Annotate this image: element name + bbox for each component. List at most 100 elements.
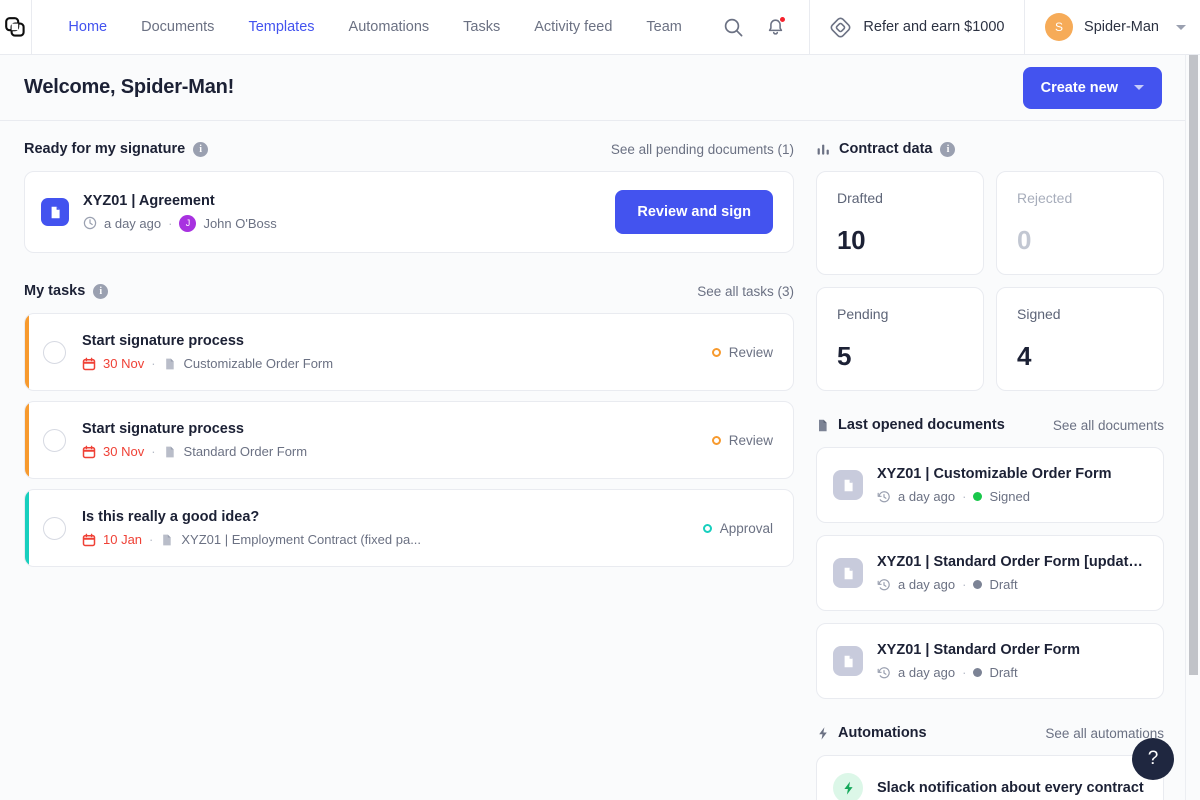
automations-header: Automations See all automations: [816, 721, 1164, 745]
welcome-bar: Welcome, Spider-Man! Create new: [0, 55, 1200, 121]
document-icon: [165, 446, 174, 457]
history-icon: [877, 578, 890, 590]
task-complete-checkbox[interactable]: [43, 428, 66, 452]
overlapping-squares-logo-icon: [5, 17, 26, 37]
document-icon: [819, 419, 827, 431]
nav-link-templates[interactable]: Templates: [231, 0, 331, 55]
nav-link-tasks[interactable]: Tasks: [446, 0, 517, 55]
signature-section-title: Ready for my signature: [24, 141, 186, 157]
see-all-pending-documents-link[interactable]: See all pending documents (1): [611, 142, 794, 157]
chevron-down-icon: [1134, 85, 1144, 90]
stat-card-drafted[interactable]: Drafted 10: [816, 171, 984, 275]
see-all-documents-link[interactable]: See all documents: [1053, 418, 1164, 433]
document-icon: [41, 198, 69, 226]
refer-label: Refer and earn $1000: [863, 19, 1005, 35]
user-avatar: S: [1045, 13, 1074, 41]
info-icon[interactable]: i: [193, 141, 209, 157]
separator: ·: [151, 444, 156, 459]
nav-link-automations[interactable]: Automations: [332, 0, 447, 55]
task-due-date: 30 Nov: [103, 356, 145, 371]
nav-link-activity-feed[interactable]: Activity feed: [517, 0, 629, 55]
document-status: Draft: [989, 577, 1018, 592]
task-document-name: XYZ01 | Employment Contract (fixed pa...: [181, 532, 422, 547]
app-logo[interactable]: [0, 16, 31, 38]
calendar-icon: [82, 445, 96, 458]
task-row[interactable]: Start signature process 30 Nov ·: [24, 313, 794, 391]
task-status-badge: Approval: [702, 520, 773, 536]
contract-data-header: Contract data i: [816, 137, 1164, 161]
history-icon: [877, 666, 890, 678]
document-icon: [833, 470, 863, 500]
stat-value: 5: [837, 341, 852, 371]
stat-label: Rejected: [1017, 190, 1073, 206]
document-name: XYZ01 | Customizable Order Form: [877, 466, 1112, 482]
status-dot-icon: [973, 668, 983, 677]
task-status-label: Approval: [719, 520, 773, 536]
signature-section-header: Ready for my signature i See all pending…: [24, 137, 794, 161]
nav-link-team[interactable]: Team: [629, 0, 698, 55]
contract-data-title-group: Contract data i: [816, 141, 956, 157]
create-new-button[interactable]: Create new: [1022, 66, 1162, 109]
app-root: Home Documents Templates Automations Tas…: [0, 0, 1200, 800]
document-name: XYZ01 | Standard Order Form: [877, 642, 1081, 658]
tag-icon: [830, 17, 851, 37]
user-menu[interactable]: S Spider-Man: [1025, 13, 1200, 41]
user-name: Spider-Man: [1084, 19, 1159, 35]
task-status-label: Review: [728, 432, 773, 448]
signature-document-name: XYZ01 | Agreement: [83, 192, 215, 209]
notifications-button[interactable]: [759, 10, 793, 44]
last-opened-title-group: Last opened documents: [816, 417, 1005, 433]
task-texts: Start signature process 30 Nov ·: [82, 333, 333, 371]
last-opened-title: Last opened documents: [838, 417, 1005, 433]
automation-row[interactable]: Slack notification about every contract: [816, 755, 1164, 800]
document-row[interactable]: XYZ01 | Standard Order Form [updated] a …: [816, 535, 1164, 611]
search-button[interactable]: [717, 10, 751, 44]
document-row[interactable]: XYZ01 | Customizable Order Form a day ag…: [816, 447, 1164, 523]
tasks-section-title: My tasks: [24, 283, 86, 299]
notification-unread-dot: [778, 16, 786, 23]
stat-card-rejected[interactable]: Rejected 0: [996, 171, 1164, 275]
task-due-date: 30 Nov: [103, 444, 145, 459]
automations-title: Automations: [838, 725, 927, 741]
nav-link-documents[interactable]: Documents: [124, 0, 231, 55]
signature-time: a day ago: [104, 215, 162, 231]
main-content: Ready for my signature i See all pending…: [0, 121, 1200, 800]
task-title: Start signature process: [82, 333, 244, 349]
task-document-name: Standard Order Form: [183, 444, 308, 459]
see-all-tasks-link[interactable]: See all tasks (3): [697, 284, 794, 299]
task-title: Is this really a good idea?: [82, 509, 260, 525]
task-complete-checkbox[interactable]: [43, 340, 66, 364]
nav-link-home[interactable]: Home: [51, 0, 124, 55]
scrollbar-thumb[interactable]: [1189, 55, 1198, 675]
calendar-icon: [82, 533, 96, 546]
pending-signature-card[interactable]: XYZ01 | Agreement a day ago · J John O'B…: [24, 171, 794, 253]
calendar-icon: [82, 357, 96, 370]
task-texts: Is this really a good idea? 10 Jan · XYZ…: [82, 509, 421, 547]
task-row[interactable]: Is this really a good idea? 10 Jan · XYZ…: [24, 489, 794, 567]
separator: ·: [962, 489, 967, 504]
separator: ·: [149, 532, 154, 547]
task-complete-checkbox[interactable]: [43, 516, 66, 540]
document-row[interactable]: XYZ01 | Standard Order Form a day ago · …: [816, 623, 1164, 699]
stat-card-signed[interactable]: Signed 4: [996, 287, 1164, 391]
signature-owner-name: John O'Boss: [203, 215, 277, 231]
task-row[interactable]: Start signature process 30 Nov ·: [24, 401, 794, 479]
separator: ·: [962, 665, 967, 680]
info-icon[interactable]: i: [93, 283, 109, 299]
separator: ·: [168, 215, 173, 231]
help-button[interactable]: ?: [1132, 738, 1174, 780]
task-meta: 30 Nov · Customizable Order Form: [82, 356, 333, 371]
info-icon[interactable]: i: [940, 141, 956, 157]
task-meta: 30 Nov · Standard Order Form: [82, 444, 307, 459]
document-time: a day ago: [898, 577, 956, 592]
right-column: Contract data i Drafted 10 Rejected 0 Pe…: [816, 137, 1164, 800]
stat-card-pending[interactable]: Pending 5: [816, 287, 984, 391]
review-and-sign-button[interactable]: Review and sign: [615, 190, 773, 234]
page-scrollbar[interactable]: [1185, 55, 1200, 800]
refer-and-earn-button[interactable]: Refer and earn $1000: [809, 0, 1024, 55]
task-meta: 10 Jan · XYZ01 | Employment Contract (fi…: [82, 532, 421, 547]
document-icon: [165, 358, 174, 369]
document-texts: XYZ01 | Standard Order Form [updated] a …: [877, 554, 1147, 592]
chevron-down-icon: [1175, 24, 1186, 30]
page-title: Welcome, Spider-Man!: [24, 76, 235, 98]
